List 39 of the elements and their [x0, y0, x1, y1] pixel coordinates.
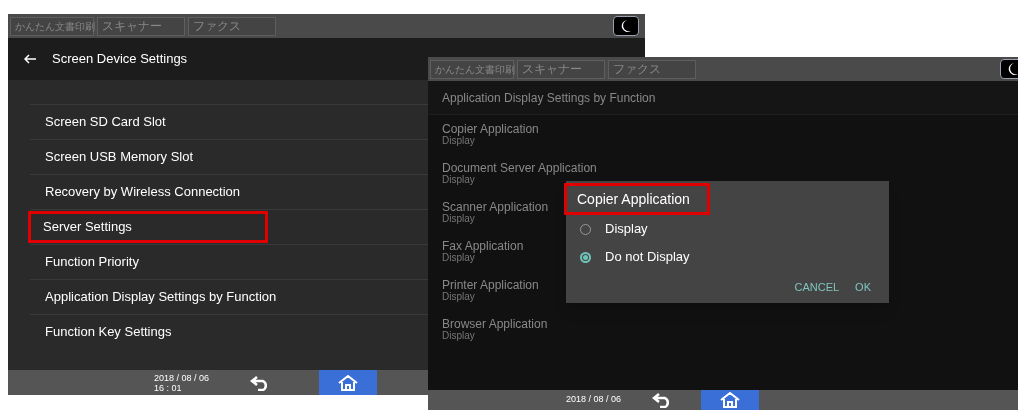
settings-item[interactable]: Screen USB Memory Slot: [30, 141, 209, 173]
date-text: 2018 / 08 / 06: [154, 372, 210, 383]
settings-item[interactable]: Function Priority: [30, 246, 154, 278]
application-name[interactable]: Browser Application: [442, 317, 548, 330]
home-icon: [338, 374, 359, 391]
home-button[interactable]: [701, 390, 760, 410]
application-name[interactable]: Fax Application: [442, 239, 524, 252]
function-tab[interactable]: スキャナー: [97, 16, 185, 36]
moon-icon: [1008, 63, 1018, 75]
section-heading: Application Display Settings by Function: [442, 89, 656, 107]
application-name[interactable]: Scanner Application: [442, 200, 549, 213]
moon-icon: [621, 20, 631, 32]
display-status: Display: [442, 290, 475, 303]
time-text: 16 : 01: [154, 382, 183, 393]
settings-item[interactable]: Server Settings: [28, 211, 268, 243]
radio-option[interactable]: Display: [576, 215, 879, 243]
application-name[interactable]: Printer Application: [442, 278, 539, 291]
radio-option[interactable]: Do not Display: [576, 243, 879, 271]
screen-title: Screen Device Settings: [52, 50, 188, 69]
display-status: Display: [442, 251, 475, 264]
home-icon: [720, 392, 741, 408]
display-status: Display: [442, 329, 475, 342]
back-arrow-icon[interactable]: [24, 54, 36, 64]
settings-item[interactable]: Screen SD Card Slot: [30, 106, 181, 138]
dialog-title: Copier Application: [564, 183, 710, 215]
moon-button[interactable]: [613, 16, 639, 36]
application-name[interactable]: Copier Application: [442, 122, 539, 135]
dialog-action[interactable]: CANCEL: [794, 279, 840, 296]
display-status: Display: [442, 212, 475, 225]
display-status: Display: [442, 173, 475, 186]
display-status: Display: [442, 134, 475, 147]
application-name[interactable]: Document Server Application: [442, 161, 597, 174]
function-tab[interactable]: スキャナー: [517, 59, 605, 79]
date-text: 2018 / 08 / 06: [566, 393, 622, 406]
settings-item[interactable]: Function Key Settings: [30, 316, 187, 348]
settings-item[interactable]: Recovery by Wireless Connection: [30, 176, 256, 208]
settings-item[interactable]: Application Display Settings by Function: [30, 281, 292, 313]
dialog-action[interactable]: OK: [855, 279, 871, 296]
home-button[interactable]: [319, 370, 378, 395]
